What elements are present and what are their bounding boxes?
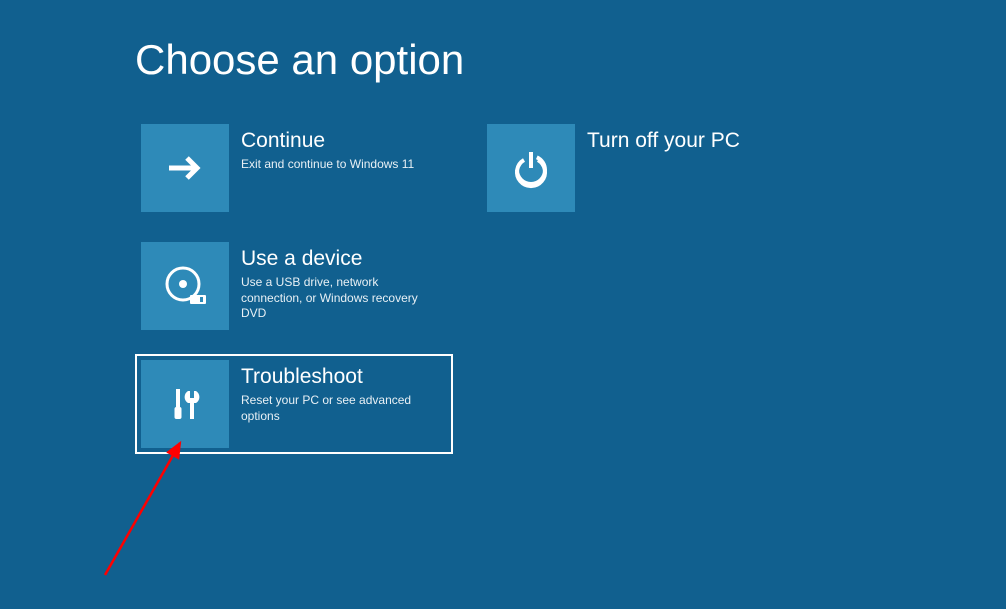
option-description: Use a USB drive, network connection, or … xyxy=(241,275,441,322)
option-continue-text: Continue Exit and continue to Windows 11 xyxy=(229,124,414,173)
power-icon xyxy=(487,124,575,212)
option-title: Use a device xyxy=(241,246,441,271)
disc-device-icon xyxy=(141,242,229,330)
option-troubleshoot[interactable]: Troubleshoot Reset your PC or see advanc… xyxy=(135,354,453,454)
option-use-device-text: Use a device Use a USB drive, network co… xyxy=(229,242,441,322)
option-continue[interactable]: Continue Exit and continue to Windows 11 xyxy=(135,118,453,218)
arrow-right-icon xyxy=(141,124,229,212)
option-turn-off-text: Turn off your PC xyxy=(575,124,740,157)
page-title: Choose an option xyxy=(135,36,464,84)
options-grid: Continue Exit and continue to Windows 11… xyxy=(135,118,799,454)
option-description: Reset your PC or see advanced options xyxy=(241,393,441,424)
tools-icon xyxy=(141,360,229,448)
option-troubleshoot-text: Troubleshoot Reset your PC or see advanc… xyxy=(229,360,441,424)
column-left: Continue Exit and continue to Windows 11… xyxy=(135,118,453,454)
option-turn-off[interactable]: Turn off your PC xyxy=(481,118,799,218)
option-description: Exit and continue to Windows 11 xyxy=(241,157,414,173)
option-title: Turn off your PC xyxy=(587,128,740,153)
annotation-arrow-icon xyxy=(95,435,205,585)
option-title: Continue xyxy=(241,128,414,153)
column-right: Turn off your PC xyxy=(481,118,799,454)
option-use-device[interactable]: Use a device Use a USB drive, network co… xyxy=(135,236,453,336)
option-title: Troubleshoot xyxy=(241,364,441,389)
